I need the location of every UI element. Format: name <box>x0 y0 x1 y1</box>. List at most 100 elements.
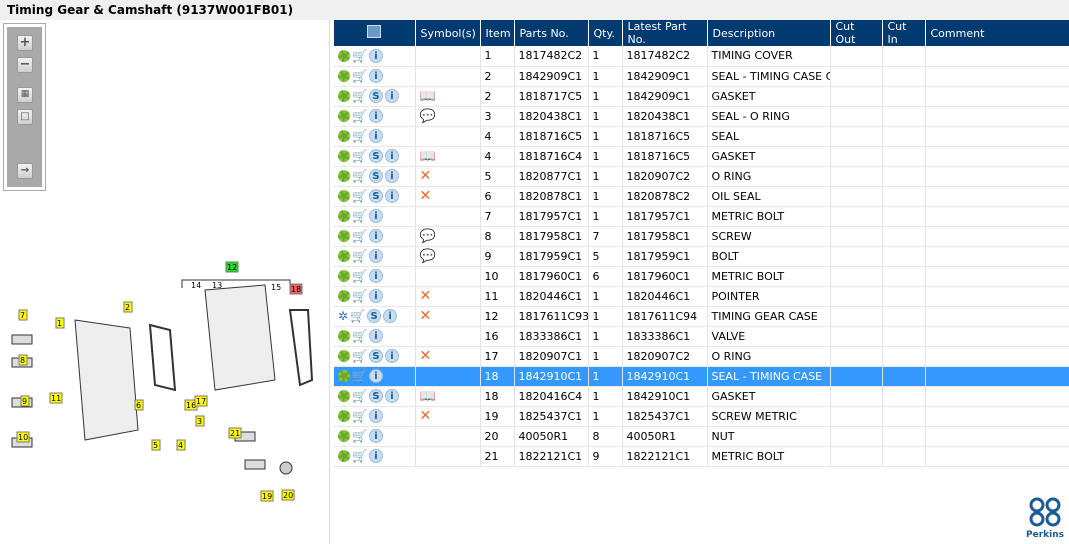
cart-icon[interactable]: 🛒 <box>352 450 367 462</box>
book-icon[interactable]: 📖 <box>420 89 436 104</box>
callout-label[interactable]: 8 <box>20 356 25 365</box>
table-row[interactable]: 🛒 i 10 1817960C1 6 1817960C1 METRIC BOLT <box>334 266 1069 287</box>
callout-label[interactable]: 6 <box>136 401 141 410</box>
gear-icon[interactable] <box>338 370 350 382</box>
supersession-icon[interactable]: S <box>369 389 383 403</box>
table-row[interactable]: 🛒 i 4 1818716C5 1 1818716C5 SEAL <box>334 126 1069 147</box>
table-row[interactable]: 🛒 i ✕ 11 1820446C1 1 1820446C1 POINTER <box>334 286 1069 307</box>
info-icon[interactable]: i <box>369 329 383 343</box>
book-icon[interactable]: 📖 <box>420 149 436 164</box>
fit-window-button[interactable]: □ <box>17 109 33 125</box>
cart-icon[interactable]: 🛒 <box>352 170 367 182</box>
gear-icon[interactable] <box>338 450 350 462</box>
callout-label[interactable]: 2 <box>125 303 130 312</box>
callout-label[interactable]: 10 <box>18 433 28 442</box>
toggle-list-button[interactable]: → <box>17 163 33 179</box>
note-icon[interactable]: 💬 <box>420 109 436 124</box>
table-row[interactable]: 🛒 i ✕ 19 1825437C1 1 1825437C1 SCREW METR… <box>334 406 1069 427</box>
zoom-in-button[interactable]: + <box>17 35 33 51</box>
table-row[interactable]: 🛒 Si ✕ 6 1820878C1 1 1820878C2 OIL SEAL <box>334 186 1069 207</box>
callout-label[interactable]: 11 <box>51 394 61 403</box>
table-row[interactable]: 🛒 Si 📖 4 1818716C4 1 1818716C5 GASKET <box>334 146 1069 167</box>
cart-icon[interactable]: 🛒 <box>352 390 367 402</box>
note-icon[interactable]: 💬 <box>420 229 436 244</box>
column-header-item[interactable]: Item <box>480 20 515 46</box>
table-row[interactable]: 🛒 Si ✕ 5 1820877C1 1 1820907C2 O RING <box>334 166 1069 187</box>
table-row[interactable]: ✲ 🛒 Si ✕ 12 1817611C93 1 1817611C94 TIMING… <box>334 306 1069 327</box>
table-row[interactable]: 🛒 i 18 1842910C1 1 1842910C1 SEAL - TIMIN… <box>334 366 1069 387</box>
gear-icon[interactable] <box>338 150 350 162</box>
info-icon[interactable]: i <box>369 229 383 243</box>
cross-icon[interactable]: ✕ <box>420 168 432 184</box>
supersession-icon[interactable]: S <box>369 89 383 103</box>
note-icon[interactable]: 💬 <box>420 249 436 264</box>
callout-label[interactable]: 12 <box>227 263 237 272</box>
info-icon[interactable]: i <box>369 109 383 123</box>
table-row[interactable]: 🛒 i 2 1842909C1 1 1842909C1 SEAL - TIMING… <box>334 66 1069 87</box>
callout-label[interactable]: 4 <box>178 441 183 450</box>
info-icon[interactable]: i <box>369 269 383 283</box>
table-row[interactable]: 🛒 Si 📖 2 1818717C5 1 1842909C1 GASKET <box>334 86 1069 107</box>
callout-label[interactable]: 5 <box>153 441 158 450</box>
callout-label[interactable]: 3 <box>197 417 202 426</box>
gear-icon[interactable] <box>338 290 350 302</box>
info-icon[interactable]: i <box>369 449 383 463</box>
column-header-cut-out[interactable]: Cut Out <box>830 20 883 46</box>
table-row[interactable]: 🛒 i 1 1817482C2 1 1817482C2 TIMING COVER <box>334 46 1069 67</box>
gear-icon[interactable] <box>338 430 350 442</box>
callout-label[interactable]: 1 <box>57 319 62 328</box>
info-icon[interactable]: i <box>369 249 383 263</box>
callout-label[interactable]: 21 <box>230 429 240 438</box>
column-header-qty[interactable]: Qty. <box>588 20 623 46</box>
gear-icon[interactable] <box>338 270 350 282</box>
cross-icon[interactable]: ✕ <box>420 288 432 304</box>
gear-icon[interactable] <box>338 210 350 222</box>
gear-icon[interactable] <box>338 410 350 422</box>
callout-label[interactable]: 17 <box>196 397 206 406</box>
info-icon[interactable]: i <box>369 48 383 63</box>
callout-label[interactable]: 15 <box>271 283 281 292</box>
info-icon[interactable]: i <box>369 369 383 383</box>
column-header-cut-in[interactable]: Cut In <box>882 20 926 46</box>
table-row[interactable]: 🛒 i 💬 8 1817958C1 7 1817958C1 SCREW <box>334 226 1069 247</box>
table-row[interactable]: 🛒 i 16 1833386C1 1 1833386C1 VALVE <box>334 326 1069 347</box>
gear-icon[interactable] <box>338 49 350 62</box>
table-row[interactable]: 🛒 i 7 1817957C1 1 1817957C1 METRIC BOLT <box>334 206 1069 227</box>
gear-icon[interactable] <box>338 70 350 82</box>
gear-icon[interactable] <box>338 350 350 362</box>
info-icon[interactable]: i <box>385 189 399 203</box>
cart-icon[interactable]: 🛒 <box>352 210 367 222</box>
column-header-latest-part-no[interactable]: Latest Part No. <box>622 20 708 46</box>
gear-icon[interactable] <box>338 190 350 202</box>
cart-icon[interactable]: 🛒 <box>352 350 367 362</box>
callout-label[interactable]: 18 <box>291 285 301 294</box>
cart-icon[interactable]: 🛒 <box>352 430 367 442</box>
gear-icon[interactable] <box>338 330 350 342</box>
cart-icon[interactable]: 🛒 <box>352 70 367 82</box>
column-header-parts-no[interactable]: Parts No. <box>514 20 589 46</box>
cart-icon[interactable]: 🛒 <box>352 270 367 282</box>
table-row[interactable]: 🛒 i 💬 9 1817959C1 5 1817959C1 BOLT <box>334 246 1069 267</box>
cross-icon[interactable]: ✕ <box>420 308 432 324</box>
table-row[interactable]: 🛒 Si 📖 18 1820416C4 1 1842910C1 GASKET <box>334 386 1069 407</box>
gear-icon[interactable] <box>338 390 350 402</box>
column-header-comment[interactable]: Comment <box>925 20 1069 46</box>
info-icon[interactable]: i <box>385 89 399 103</box>
info-icon[interactable]: i <box>385 149 399 163</box>
supersession-icon[interactable]: S <box>369 169 383 183</box>
callout-label[interactable]: 19 <box>262 492 272 501</box>
supersession-icon[interactable]: S <box>367 309 382 323</box>
supersession-icon[interactable]: S <box>369 189 383 203</box>
fit-all-button[interactable]: ▦ <box>17 87 33 103</box>
column-header-description[interactable]: Description <box>707 20 831 46</box>
info-icon[interactable]: i <box>369 289 383 303</box>
gear-icon[interactable] <box>338 130 350 142</box>
gear-icon[interactable] <box>338 170 350 182</box>
gear-icon[interactable] <box>338 230 350 242</box>
table-row[interactable]: 🛒 i 💬 3 1820438C1 1 1820438C1 SEAL - O RI… <box>334 106 1069 127</box>
cart-icon[interactable]: 🛒 <box>352 370 367 382</box>
book-icon[interactable]: 📖 <box>420 389 436 404</box>
diagram-panel[interactable]: + − ▦ □ → 1 2 3 4 5 6 7 8 9 10 11 12 13 14 15 16 17 18 19 2… <box>0 20 330 544</box>
cross-icon[interactable]: ✕ <box>420 348 432 364</box>
table-row[interactable]: 🛒 i 20 40050R1 8 40050R1 NUT <box>334 426 1069 447</box>
